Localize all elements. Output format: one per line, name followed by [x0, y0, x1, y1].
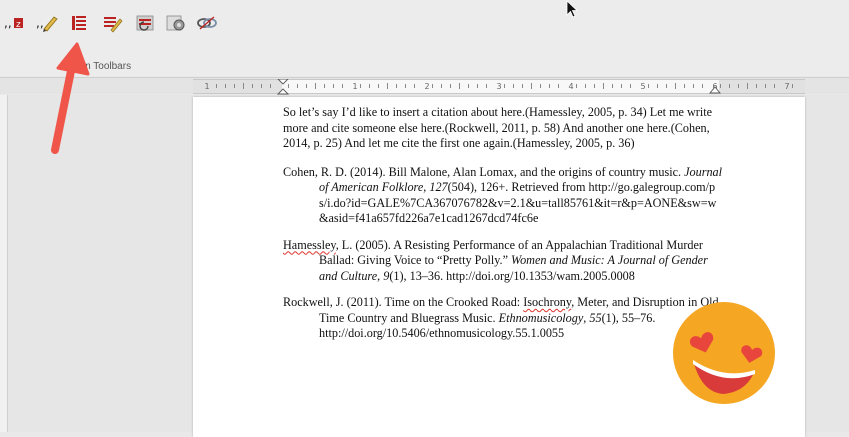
ruler-tick [477, 84, 478, 88]
ruler-tick [297, 84, 298, 88]
ruler-tick [333, 84, 334, 88]
ruler-tick [765, 84, 766, 88]
ruler-tick [414, 84, 415, 88]
ruler-tick [360, 84, 361, 88]
ruler-number: 1 [352, 82, 358, 91]
horizontal-ruler[interactable]: 1 1 2 3 4 5 6 7 [193, 79, 805, 95]
ruler-tick [441, 84, 442, 88]
ruler-tick [459, 83, 460, 89]
document-body[interactable]: So let’s say I’d like to insert a citati… [283, 105, 723, 353]
unlink-citations-icon[interactable] [196, 12, 218, 34]
ruler-tick [387, 83, 388, 89]
add-bibliography-icon[interactable] [68, 12, 90, 34]
ruler-number: 1 [204, 82, 210, 91]
annotation-arrow-icon [51, 42, 90, 154]
preferences-gear-icon[interactable] [165, 12, 187, 34]
ruler-tick [540, 84, 541, 88]
ruler-tick [648, 84, 649, 88]
spelling-flagged-word[interactable]: Isochrony [523, 295, 571, 309]
ruler-tick [396, 84, 397, 88]
ruler-tick [306, 84, 307, 88]
ruler-tick [666, 84, 667, 88]
reference-text: (1), 13–36. http://doi.org/10.1353/wam.2… [389, 268, 635, 283]
ruler-number: 5 [640, 82, 646, 91]
ruler-number: 2 [424, 82, 430, 91]
ruler-tick [234, 84, 235, 88]
ruler-tick [792, 84, 793, 88]
ruler-tick [270, 84, 271, 88]
ruler-tick [576, 84, 577, 88]
ruler-tick [702, 84, 703, 88]
ruler-tick [468, 84, 469, 88]
ruler-tick [531, 83, 532, 89]
ruler-tick [558, 84, 559, 88]
reference-text: Cohen, R. D. (2014). Bill Malone, Alan L… [283, 164, 685, 179]
ruler-tick [774, 84, 775, 88]
ruler-tick [594, 84, 595, 88]
ruler-tick [747, 83, 748, 89]
ruler-tick [729, 84, 730, 88]
spelling-flagged-word[interactable]: Hamessley [283, 238, 336, 252]
zotero-toolbar: ,, z ,, tom Toolbars [0, 0, 849, 76]
ruler-tick [486, 84, 487, 88]
ruler-tick [657, 84, 658, 88]
ruler-tick [324, 84, 325, 88]
ruler-tick [225, 84, 226, 88]
ruler-tick [342, 84, 343, 88]
ruler-tick [720, 84, 721, 88]
ruler-tick [513, 84, 514, 88]
ruler-tick [693, 84, 694, 88]
ruler-tick [549, 84, 550, 88]
ruler-tick [216, 84, 217, 88]
ruler-number: 7 [784, 82, 790, 91]
body-paragraph[interactable]: So let’s say I’d like to insert a citati… [283, 105, 723, 152]
edit-bibliography-icon[interactable] [101, 12, 123, 34]
ruler-tick [675, 83, 676, 89]
ruler-tick [585, 84, 586, 88]
journal-volume: 127 [429, 180, 448, 194]
ruler-tick [621, 84, 622, 88]
journal-title: Ethnomusicology [498, 310, 584, 325]
ruler-number: 3 [496, 82, 502, 91]
ruler-tick [378, 84, 379, 88]
add-edit-bibliography-icon[interactable]: ,, [36, 12, 58, 34]
reference-entry-cohen[interactable]: Cohen, R. D. (2014). Bill Malone, Alan L… [283, 165, 723, 227]
reference-entry-rockwell[interactable]: Rockwell, J. (2011). Time on the Crooked… [283, 295, 723, 342]
svg-text:,,: ,, [4, 16, 12, 30]
heart-eyes-emoji-icon [673, 302, 775, 404]
ruler-area: 1 1 2 3 4 5 6 7 [0, 78, 849, 95]
ruler-tick [261, 84, 262, 88]
reference-entry-hamessley[interactable]: Hamessley, L. (2005). A Resisting Perfor… [283, 238, 723, 285]
svg-text:,,: ,, [36, 16, 44, 30]
ruler-tick [504, 84, 505, 88]
ruler-tick [432, 84, 433, 88]
mouse-cursor-icon [566, 0, 578, 18]
ruler-tick [288, 84, 289, 88]
ruler-tick [369, 84, 370, 88]
ruler-tick [243, 83, 244, 89]
journal-volume: 55 [589, 310, 602, 325]
ruler-number: 4 [568, 82, 574, 91]
ruler-tick [405, 84, 406, 88]
ruler-tick [603, 83, 604, 89]
reference-text: Rockwell, J. (2011). Time on the Crooked… [283, 295, 524, 309]
svg-text:z: z [16, 20, 21, 30]
ruler-tick [450, 84, 451, 88]
ruler-tick [630, 84, 631, 88]
vertical-ruler [0, 95, 8, 432]
ruler-tick [315, 83, 316, 89]
ruler-tick [738, 84, 739, 88]
ruler-tick [252, 84, 253, 88]
ruler-tick [684, 84, 685, 88]
ruler-tick [756, 84, 757, 88]
refresh-icon[interactable] [134, 12, 156, 34]
add-edit-citation-icon[interactable]: ,, z [3, 12, 25, 34]
ruler-tick [612, 84, 613, 88]
ruler-tick [522, 84, 523, 88]
